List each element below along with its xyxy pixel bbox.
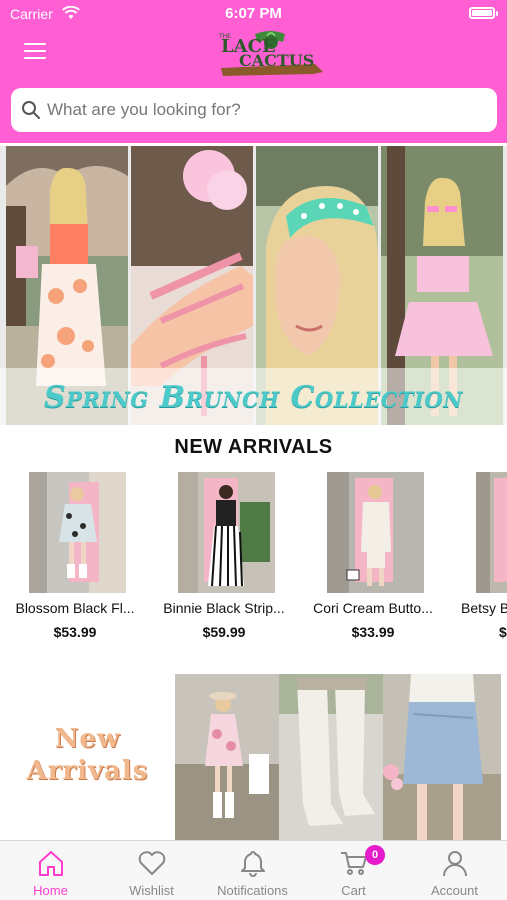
home-icon — [39, 851, 63, 876]
product-image — [476, 472, 507, 593]
product-image — [178, 472, 275, 593]
promo-line-1: New — [54, 724, 121, 754]
product-name: Binnie Black Strip... — [163, 600, 285, 616]
product-image — [29, 472, 126, 593]
promo-photo-white-boots — [279, 674, 383, 840]
cart-badge: 0 — [365, 845, 385, 865]
battery-icon — [469, 7, 498, 19]
menu-button[interactable] — [22, 40, 50, 62]
new-arrivals-promo-banner[interactable]: New Arrivals — [0, 674, 507, 840]
product-name: Cori Cream Butto... — [313, 600, 433, 616]
bottom-tab-bar: Home Wishlist Notifications 0 Cart Accou… — [0, 840, 507, 900]
tab-home-label: Home — [33, 883, 68, 898]
svg-text:CACTUS: CACTUS — [239, 51, 314, 70]
search-bar[interactable] — [11, 88, 497, 132]
tab-account-label: Account — [431, 883, 478, 898]
tab-home[interactable]: Home — [0, 841, 101, 900]
tab-cart-label: Cart — [341, 883, 366, 898]
product-card[interactable]: Betsy B $ — [449, 470, 507, 650]
new-arrivals-title: NEW ARRIVALS — [174, 436, 333, 458]
app-header: Carrier 6:07 PM LACE CACTUS THE — [0, 0, 507, 143]
product-name: Blossom Black Fl... — [15, 600, 135, 616]
tab-account[interactable]: Account — [404, 841, 505, 900]
product-card[interactable]: Binnie Black Strip... $59.99 — [151, 470, 297, 650]
product-card[interactable]: Blossom Black Fl... $53.99 — [2, 470, 148, 650]
tab-wishlist-label: Wishlist — [129, 883, 174, 898]
product-card[interactable]: Cori Cream Butto... $33.99 — [300, 470, 446, 650]
status-bar: Carrier 6:07 PM — [0, 0, 507, 28]
new-arrivals-carousel[interactable]: Blossom Black Fl... $53.99 Binnie Black … — [0, 470, 507, 650]
tab-cart[interactable]: 0 Cart — [303, 841, 404, 900]
tab-wishlist[interactable]: Wishlist — [101, 841, 202, 900]
status-time: 6:07 PM — [225, 5, 282, 22]
search-icon — [22, 101, 40, 119]
promo-photo-floral-dress — [175, 674, 279, 840]
svg-text:THE: THE — [218, 33, 231, 40]
promo-line-2: Arrivals — [26, 756, 149, 786]
spring-brunch-banner[interactable]: Spring Brunch Collection — [0, 146, 507, 425]
lace-cactus-logo: LACE CACTUS THE — [218, 31, 323, 76]
product-price: $59.99 — [202, 624, 246, 640]
product-price: $53.99 — [53, 624, 97, 640]
banner-caption: Spring Brunch Collection — [0, 368, 507, 425]
product-image — [327, 472, 424, 593]
product-price: $33.99 — [351, 624, 395, 640]
product-price: $ — [499, 624, 507, 640]
promo-text-block: New Arrivals — [0, 674, 175, 840]
promo-photo-denim-skirt — [383, 674, 501, 840]
tab-notifications-label: Notifications — [217, 883, 288, 898]
banner-caption-text: Spring Brunch Collection — [44, 380, 463, 415]
product-name: Betsy B — [461, 600, 507, 616]
person-icon — [443, 851, 467, 877]
bell-icon — [241, 851, 265, 877]
tab-notifications[interactable]: Notifications — [202, 841, 303, 900]
search-input[interactable] — [47, 88, 487, 132]
heart-icon — [138, 851, 166, 875]
